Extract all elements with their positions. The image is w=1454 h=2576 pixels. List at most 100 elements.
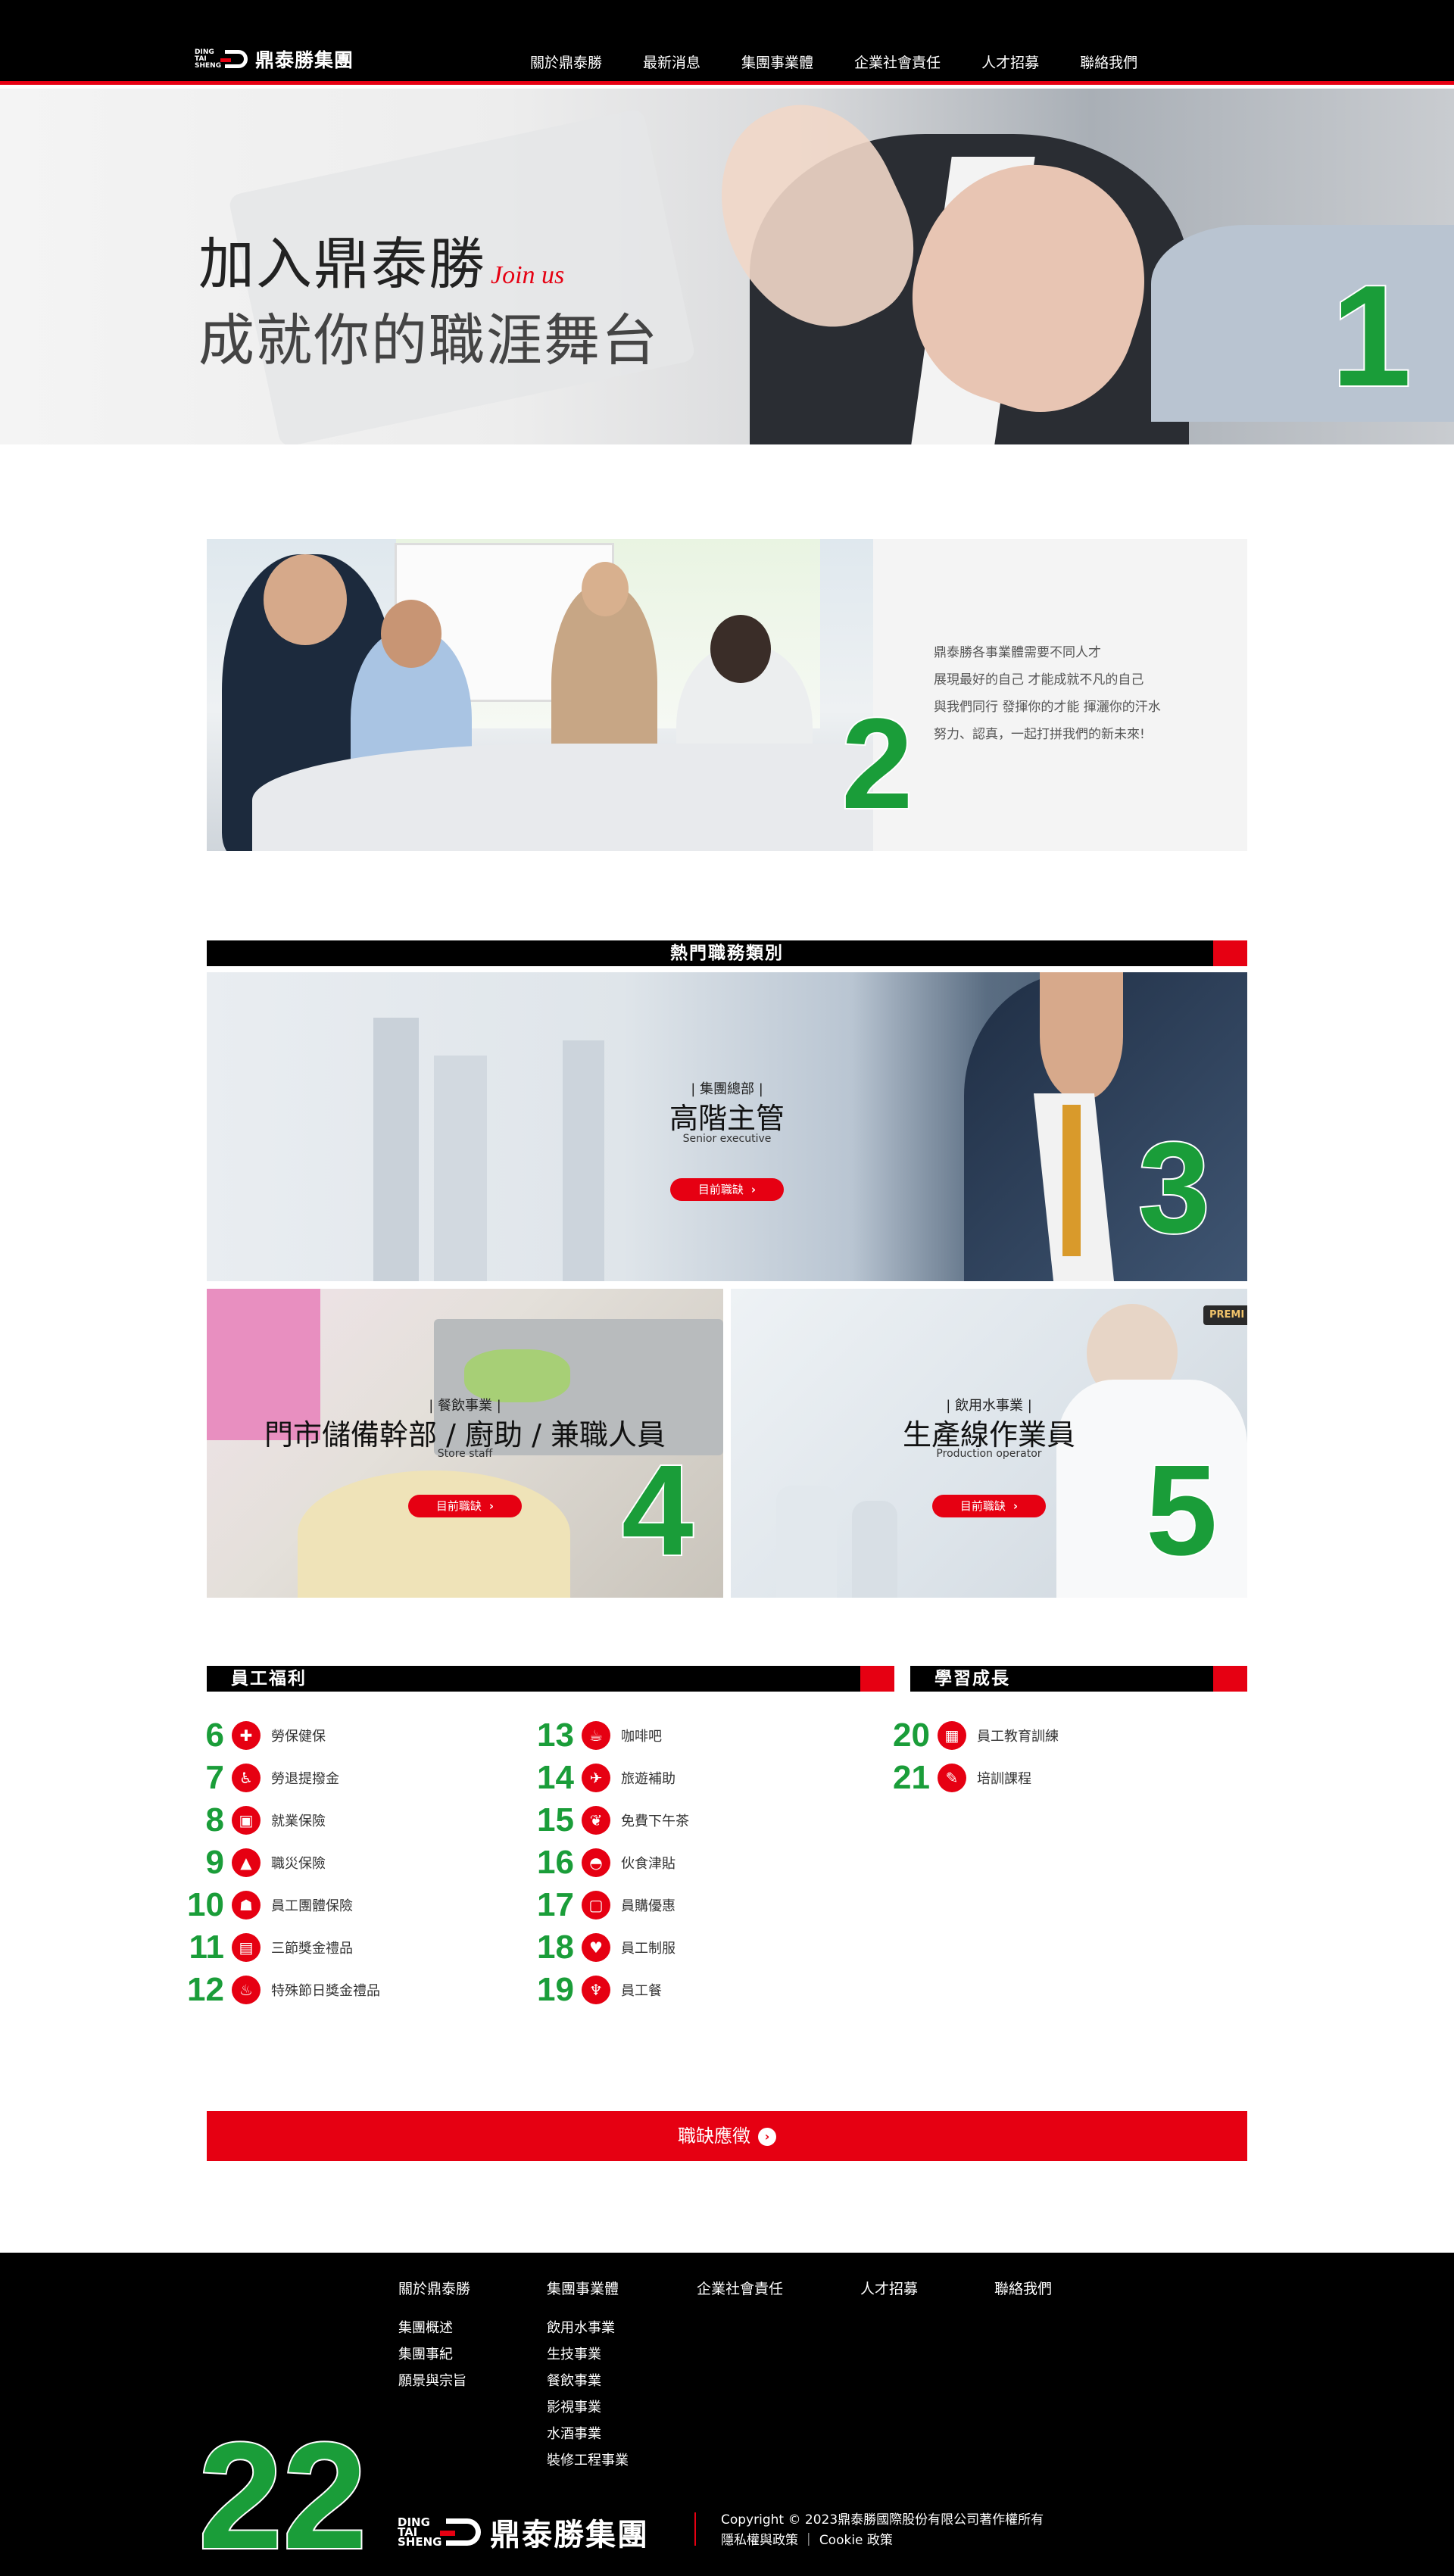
- benefit-label: 旅遊補助: [621, 1771, 676, 1787]
- footer-heading[interactable]: 集團事業體: [547, 2278, 629, 2298]
- button-label: 目前職缺: [959, 1499, 1006, 1513]
- cookie-link[interactable]: Cookie 政策: [819, 2533, 893, 2548]
- pension-icon: ♿: [232, 1764, 261, 1792]
- intro-line: 鼎泰勝各事業體需要不同人才: [934, 645, 1101, 660]
- benefit-item: 11 ▤ 三節獎金禮品: [183, 1928, 353, 1966]
- logo-d-icon: [440, 2518, 481, 2546]
- logo-d-icon: [220, 50, 248, 68]
- cake-icon: ♨: [232, 1976, 261, 2004]
- footer-link[interactable]: 裝修工程事業: [547, 2447, 629, 2474]
- footer-column: 人才招募: [860, 2278, 918, 2315]
- footer-heading[interactable]: 關於鼎泰勝: [398, 2278, 470, 2298]
- bottle-image: [776, 1486, 837, 1598]
- job-openings-button[interactable]: 目前職缺 ›: [408, 1495, 522, 1517]
- marker-4: 4: [620, 1439, 695, 1583]
- benefit-item: 7 ♿ 勞退提撥金: [183, 1758, 339, 1797]
- bonus-icon: ▤: [232, 1933, 261, 1962]
- footer-logo-english: DING TAI SHENG: [398, 2515, 442, 2549]
- footer-link[interactable]: 生技事業: [547, 2341, 629, 2368]
- marker-11: 11: [188, 1928, 225, 1966]
- header-logo[interactable]: DING TAI SHENG 鼎泰勝集團: [195, 45, 354, 73]
- benefit-item: 17 ▢ 員購優惠: [533, 1885, 676, 1924]
- footer-copyright-block: Copyright © 2023鼎泰勝國際股份有限公司著作權所有 隱私權與政策 …: [721, 2510, 1044, 2551]
- nav-contact[interactable]: 聯絡我們: [1080, 51, 1137, 72]
- person-head: [381, 600, 442, 668]
- jobs-section-bar: 熱門職務類別: [207, 940, 1247, 966]
- footer-link[interactable]: 水酒事業: [547, 2421, 629, 2447]
- marker-17: 17: [536, 1885, 575, 1924]
- arrow-right-icon: ›: [758, 2128, 776, 2146]
- bar-accent: [1213, 940, 1247, 966]
- footer-heading[interactable]: 聯絡我們: [994, 2278, 1052, 2298]
- footer-link[interactable]: 集團概述: [398, 2315, 470, 2341]
- copyright-text: Copyright © 2023鼎泰勝國際股份有限公司著作權所有: [721, 2512, 1044, 2528]
- bar-accent: [860, 1666, 894, 1692]
- job-card-executive[interactable]: | 集團總部 | 高階主管 Senior executive 目前職缺 › 3: [207, 972, 1247, 1281]
- benefit-label: 特殊節日獎金禮品: [271, 1983, 380, 1999]
- utensils-icon: ♆: [582, 1976, 610, 2004]
- footer-link[interactable]: 集團事紀: [398, 2341, 470, 2368]
- intro-text: 鼎泰勝各事業體需要不同人才 展現最好的自己 才能成就不凡的自己 與我們同行 發揮…: [934, 639, 1161, 748]
- logo-chinese: 鼎泰勝集團: [255, 49, 354, 71]
- marker-6: 6: [205, 1716, 225, 1754]
- chevron-right-icon: ›: [488, 1499, 495, 1513]
- marker-15: 15: [536, 1801, 575, 1839]
- jobs-section-title: 熱門職務類別: [670, 943, 784, 963]
- marker-5: 5: [1144, 1439, 1219, 1583]
- intro-line: 努力、認真，一起打拼我們的新未來!: [934, 727, 1145, 742]
- benefit-item: 6 ✚ 勞保健保: [183, 1716, 326, 1754]
- benefit-item: 10 ☗ 員工團體保險: [183, 1885, 353, 1924]
- shopping-bag-icon: ▢: [582, 1891, 610, 1920]
- footer-link[interactable]: 影視事業: [547, 2394, 629, 2421]
- job-openings-button[interactable]: 目前職缺 ›: [932, 1495, 1046, 1517]
- benefit-item: 20 ▦ 員工教育訓練: [889, 1716, 1059, 1754]
- benefit-item: 9 ▲ 職災保險: [183, 1843, 326, 1882]
- benefit-label: 員購優惠: [621, 1898, 676, 1914]
- benefit-label: 員工團體保險: [271, 1898, 353, 1914]
- nav-about[interactable]: 關於鼎泰勝: [530, 51, 602, 72]
- benefit-label: 就業保險: [271, 1813, 326, 1829]
- hero-join-us: Join us: [491, 261, 565, 289]
- marker-8: 8: [205, 1801, 225, 1839]
- job-card-production[interactable]: PREMI | 飲用水事業 | 生產線作業員 Production operat…: [731, 1289, 1247, 1598]
- footer-column: 集團事業體飲用水事業 生技事業 餐飲事業 影視事業 水酒事業 裝修工程事業: [547, 2278, 629, 2474]
- job-openings-button[interactable]: 目前職缺 ›: [670, 1178, 784, 1201]
- button-label: 目前職缺: [435, 1499, 482, 1513]
- footer-heading[interactable]: 企業社會責任: [697, 2278, 783, 2298]
- logo-english: DING TAI SHENG: [195, 48, 222, 70]
- marker-7: 7: [205, 1758, 225, 1797]
- footer-logo[interactable]: DING TAI SHENG 鼎泰勝集團: [398, 2510, 649, 2554]
- benefit-label: 伙食津貼: [621, 1856, 676, 1872]
- benefit-label: 咖啡吧: [621, 1729, 662, 1745]
- benefit-label: 職災保險: [271, 1856, 326, 1872]
- footer-column: 關於鼎泰勝集團概述 集團事紀 願景與宗旨: [398, 2278, 470, 2394]
- job-title-en: Senior executive: [682, 1133, 772, 1145]
- marker-21: 21: [892, 1758, 931, 1797]
- nav-csr[interactable]: 企業社會責任: [854, 51, 941, 72]
- person-head: [582, 562, 629, 616]
- factory-icon: ▲: [232, 1848, 261, 1877]
- nav-careers[interactable]: 人才招募: [981, 51, 1039, 72]
- job-card-store-staff[interactable]: | 餐飲事業 | 門市儲備幹部 / 廚助 / 兼職人員 Store staff …: [207, 1289, 723, 1598]
- apply-button[interactable]: 職缺應徵 ›: [207, 2111, 1247, 2161]
- benefit-item: 14 ✈ 旅遊補助: [533, 1758, 676, 1797]
- marker-14: 14: [536, 1758, 575, 1797]
- benefit-label: 員工教育訓練: [977, 1729, 1059, 1745]
- privacy-link[interactable]: 隱私權與政策: [721, 2533, 798, 2548]
- footer-link[interactable]: 餐飲事業: [547, 2368, 629, 2394]
- apply-label: 職缺應徵: [678, 2125, 750, 2147]
- marker-9: 9: [205, 1843, 225, 1882]
- benefit-item: 12 ♨ 特殊節日獎金禮品: [183, 1970, 380, 2009]
- benefit-label: 勞退提撥金: [271, 1771, 339, 1787]
- nav-business[interactable]: 集團事業體: [741, 51, 813, 72]
- footer-link[interactable]: 願景與宗旨: [398, 2368, 470, 2394]
- benefit-label: 免費下午茶: [621, 1813, 689, 1829]
- footer-link[interactable]: 飲用水事業: [547, 2315, 629, 2341]
- hero-line2: 成就你的職涯舞台: [198, 308, 659, 373]
- marker-10: 10: [186, 1885, 225, 1924]
- marker-20: 20: [892, 1716, 931, 1754]
- footer-heading[interactable]: 人才招募: [860, 2278, 918, 2298]
- nav-news[interactable]: 最新消息: [643, 51, 700, 72]
- main-nav: 關於鼎泰勝 最新消息 集團事業體 企業社會責任 人才招募 聯絡我們: [530, 51, 1178, 72]
- job-title: 高階主管: [669, 1102, 785, 1135]
